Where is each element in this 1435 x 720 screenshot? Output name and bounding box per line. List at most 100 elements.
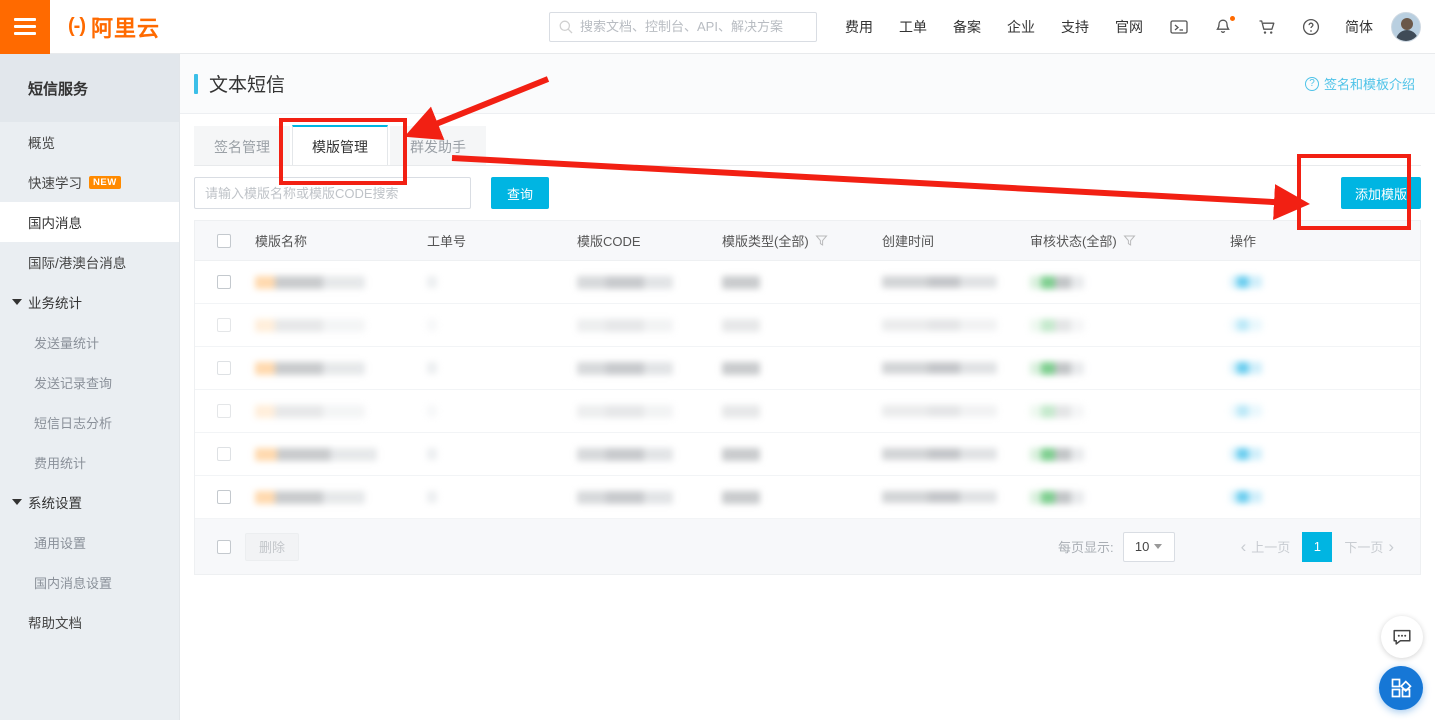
cell-template-type <box>718 361 878 375</box>
topbar-link-enterprise[interactable]: 企业 <box>1007 17 1035 37</box>
sidebar-item-fee-stats[interactable]: 费用统计 <box>0 442 179 482</box>
row-checkbox[interactable] <box>217 447 231 461</box>
sidebar-group-system-settings[interactable]: 系统设置 <box>0 482 179 522</box>
delete-button[interactable]: 删除 <box>245 532 300 561</box>
cell-actions[interactable] <box>1226 276 1406 288</box>
filter-funnel-icon[interactable] <box>1123 234 1136 247</box>
column-template-type[interactable]: 模版类型(全部) <box>718 231 878 250</box>
table-row[interactable] <box>195 476 1420 519</box>
sidebar-item-help-docs[interactable]: 帮助文档 <box>0 602 179 642</box>
top-navigation-bar: (-) 阿里云 费用 工单 备案 企业 支持 官网 <box>0 0 1435 54</box>
apps-grid-button[interactable] <box>1379 666 1423 710</box>
topbar-link-fee[interactable]: 费用 <box>845 17 873 37</box>
bell-icon[interactable] <box>1213 15 1235 37</box>
redacted-action-link[interactable] <box>1230 405 1262 417</box>
table-row[interactable] <box>195 347 1420 390</box>
global-search-box[interactable] <box>549 11 817 42</box>
next-page-button[interactable]: 下一页 › <box>1336 532 1402 562</box>
aliyun-logo-mark: (-) <box>68 15 86 37</box>
redacted-action-link[interactable] <box>1230 319 1262 331</box>
template-search-input[interactable] <box>194 177 471 209</box>
row-checkbox[interactable] <box>217 404 231 418</box>
tab-bulk-send-assistant[interactable]: 群发助手 <box>390 126 486 166</box>
topbar-link-ticket[interactable]: 工单 <box>899 17 927 37</box>
column-ticket-number: 工单号 <box>423 231 573 250</box>
menu-toggle-button[interactable] <box>0 0 50 54</box>
cell-create-time <box>878 491 1026 503</box>
user-avatar[interactable] <box>1391 11 1421 42</box>
column-template-name: 模版名称 <box>251 231 423 250</box>
table-row[interactable] <box>195 261 1420 304</box>
table-row[interactable] <box>195 433 1420 476</box>
page-number-1[interactable]: 1 <box>1302 531 1333 562</box>
topbar-link-website[interactable]: 官网 <box>1115 17 1143 37</box>
row-select-cell <box>195 404 251 418</box>
table-row[interactable] <box>195 390 1420 433</box>
cart-icon[interactable] <box>1257 17 1277 37</box>
row-checkbox[interactable] <box>217 490 231 504</box>
redacted-action-link[interactable] <box>1230 276 1262 288</box>
cell-create-time <box>878 448 1026 460</box>
redacted-value <box>722 404 760 418</box>
sidebar-item-label: 发送量统计 <box>34 335 100 351</box>
page-header: 文本短信 ? 签名和模板介绍 <box>180 54 1435 114</box>
column-label: 工单号 <box>427 234 467 249</box>
row-checkbox[interactable] <box>217 361 231 375</box>
sidebar-group-business-stats[interactable]: 业务统计 <box>0 282 179 322</box>
sidebar-item-send-record-query[interactable]: 发送记录查询 <box>0 362 179 402</box>
redacted-action-link[interactable] <box>1230 491 1262 503</box>
terminal-icon[interactable] <box>1169 17 1189 37</box>
per-page-select[interactable]: 10 <box>1122 531 1175 562</box>
query-button[interactable]: 查询 <box>491 177 549 209</box>
sidebar-item-sms-log-analysis[interactable]: 短信日志分析 <box>0 402 179 442</box>
sidebar-item-domestic-message-settings[interactable]: 国内消息设置 <box>0 562 179 602</box>
language-switch[interactable]: 简体 <box>1345 17 1373 37</box>
new-badge: NEW <box>89 175 121 189</box>
cell-ticket-number <box>423 276 573 288</box>
sidebar-item-domestic-message[interactable]: 国内消息 <box>0 202 179 242</box>
cell-audit-status <box>1026 447 1226 461</box>
cell-actions[interactable] <box>1226 405 1406 417</box>
add-template-button[interactable]: 添加模版 <box>1341 177 1421 209</box>
sidebar: 短信服务 概览 快速学习 NEW 国内消息 国际/港澳台消息 业务统计 发送量统… <box>0 54 180 720</box>
row-checkbox[interactable] <box>217 275 231 289</box>
prev-page-button[interactable]: ‹ 上一页 <box>1233 532 1299 562</box>
table-header-row: 模版名称 工单号 模版CODE 模版类型(全部) 创建时间 审核状态(全部) 操… <box>195 221 1420 261</box>
sidebar-item-overview[interactable]: 概览 <box>0 122 179 162</box>
topbar-links: 费用 工单 备案 企业 支持 官网 <box>845 17 1143 37</box>
content-area: 签名管理 模版管理 群发助手 查询 添加模版 <box>180 114 1435 575</box>
help-icon[interactable] <box>1301 17 1321 37</box>
cell-template-code <box>573 447 718 461</box>
avatar-head <box>1401 17 1413 30</box>
tab-signature-management[interactable]: 签名管理 <box>194 126 290 166</box>
sidebar-item-send-volume-stats[interactable]: 发送量统计 <box>0 322 179 362</box>
footer-select-all-checkbox[interactable] <box>217 539 231 554</box>
filter-funnel-icon[interactable] <box>815 234 828 247</box>
sidebar-item-quick-learn[interactable]: 快速学习 NEW <box>0 162 179 202</box>
table-footer: 删除 每页显示: 10 ‹ 上一页 1 下一页 › <box>194 519 1421 575</box>
signature-template-intro-link[interactable]: ? 签名和模板介绍 <box>1304 74 1415 93</box>
next-page-label: 下一页 <box>1344 540 1384 555</box>
cell-actions[interactable] <box>1226 448 1406 460</box>
cell-actions[interactable] <box>1226 362 1406 374</box>
table-row[interactable] <box>195 304 1420 347</box>
topbar-link-support[interactable]: 支持 <box>1061 17 1089 37</box>
cell-audit-status <box>1026 318 1226 332</box>
cell-template-name <box>251 275 423 289</box>
select-all-checkbox[interactable] <box>217 233 231 248</box>
row-checkbox[interactable] <box>217 318 231 332</box>
aliyun-logo[interactable]: (-) 阿里云 <box>68 11 160 43</box>
column-audit-status[interactable]: 审核状态(全部) <box>1026 231 1226 250</box>
cell-template-name <box>251 318 423 332</box>
sidebar-item-international-message[interactable]: 国际/港澳台消息 <box>0 242 179 282</box>
tab-template-management[interactable]: 模版管理 <box>292 125 388 166</box>
chat-bubble-button[interactable] <box>1381 616 1423 658</box>
redacted-action-link[interactable] <box>1230 362 1262 374</box>
cell-actions[interactable] <box>1226 491 1406 503</box>
cell-actions[interactable] <box>1226 319 1406 331</box>
redacted-action-link[interactable] <box>1230 448 1262 460</box>
topbar-link-icp[interactable]: 备案 <box>953 17 981 37</box>
global-search-input[interactable] <box>580 19 808 34</box>
row-select-cell <box>195 490 251 504</box>
sidebar-item-general-settings[interactable]: 通用设置 <box>0 522 179 562</box>
